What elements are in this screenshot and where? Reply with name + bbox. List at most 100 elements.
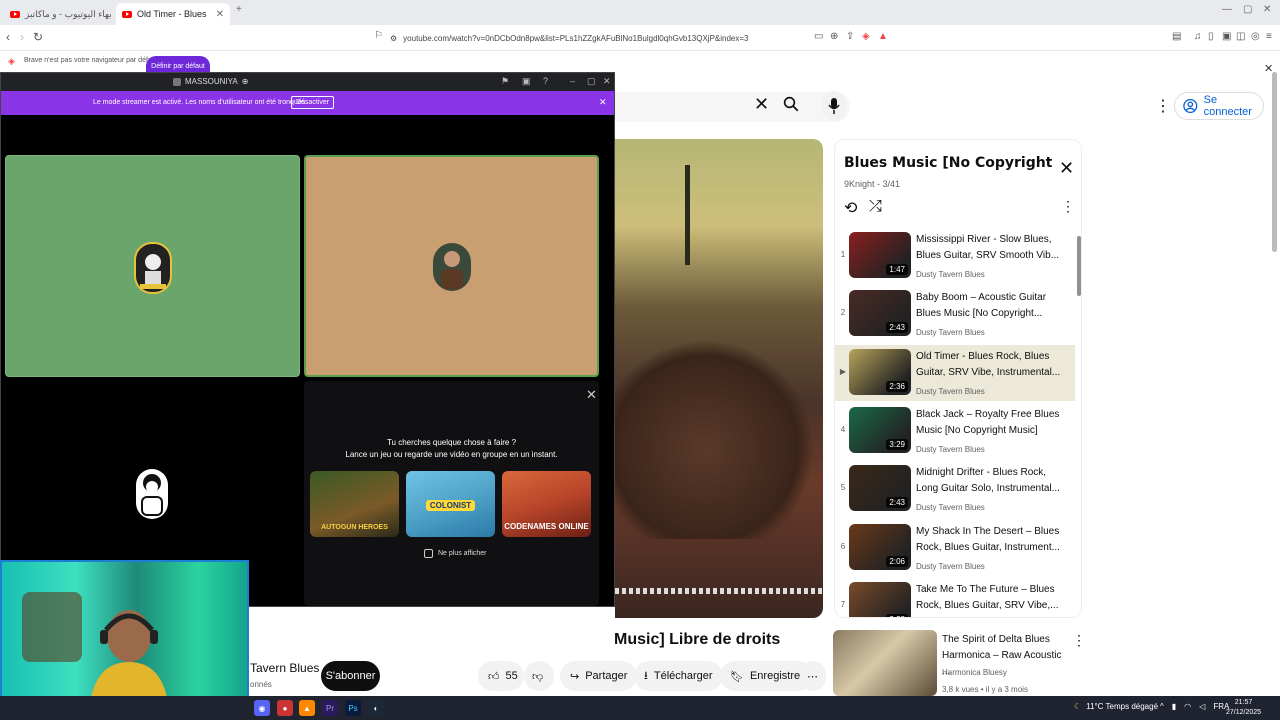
playlist-title[interactable]: Blues Music [No Copyright Music] Bl... [844, 155, 1054, 171]
download-button[interactable]: ⭳ Télécharger [634, 661, 723, 691]
checkbox-icon[interactable] [424, 549, 433, 558]
playlist-item-channel[interactable]: Dusty Tavern Blues [916, 270, 985, 279]
help-icon[interactable]: ? [543, 76, 548, 86]
playlist-item-channel[interactable]: Dusty Tavern Blues [916, 503, 985, 512]
dislike-button[interactable]: 👎︎ [524, 661, 554, 691]
maximize-icon[interactable]: ▢ [1243, 4, 1252, 15]
playlist-item-channel[interactable]: Dusty Tavern Blues [916, 387, 985, 396]
playlist-item-title[interactable]: Midnight Drifter - Blues Rock, Long Guit… [916, 465, 1066, 499]
zoom-icon[interactable]: ⊕ [830, 31, 838, 42]
clear-search-icon[interactable]: ✕ [754, 94, 769, 115]
discord-taskbar-icon[interactable]: ◉ [254, 700, 270, 716]
bookmark-icon[interactable]: ⚐ [374, 30, 383, 41]
playlist-item[interactable]: 6 2:06 My Shack In The Desert – Blues Rock… [835, 520, 1075, 576]
minimize-icon[interactable]: — [1222, 4, 1232, 15]
wallet-icon[interactable]: ◫ [1236, 31, 1245, 42]
microphone-icon[interactable]: ▮ [1172, 702, 1176, 711]
premiere-taskbar-icon[interactable]: Pr [322, 700, 338, 716]
recommended-thumbnail[interactable] [833, 630, 937, 696]
brave-rewards-icon[interactable]: ▲ [878, 31, 888, 42]
like-button[interactable]: 👍︎ 55 [478, 661, 524, 691]
sidebar-icon[interactable]: ▤ [1172, 31, 1181, 42]
dont-show-again-checkbox[interactable]: Ne plus afficher [424, 549, 487, 558]
clock[interactable]: 21:57 27/12/2025 [1226, 698, 1261, 718]
new-tab-icon[interactable]: + [236, 4, 242, 15]
browser-tab-active[interactable]: Old Timer - Blues Rock, Blues ✕ [116, 3, 230, 25]
discord-title-bar[interactable]: MASSOUNIYA ⊕ ⚑ ▣ ? – ▢ ✕ [1, 73, 614, 91]
sign-in-button[interactable]: Se connecter [1174, 92, 1264, 120]
recommended-channel[interactable]: Harmonica Bluesy [942, 668, 1007, 677]
photoshop-taskbar-icon[interactable]: Ps [345, 700, 361, 716]
steam-taskbar-icon[interactable]: ◐ [368, 700, 384, 716]
recommended-menu-icon[interactable]: ⋮ [1072, 632, 1086, 649]
url-field[interactable]: ⚙ youtube.com/watch?v=0nDCbOdn8pw&list=P… [390, 30, 870, 46]
recommended-video[interactable]: The Spirit of Delta Blues Harmonica – Ra… [833, 630, 1063, 696]
playlist-item-title[interactable]: Mississippi River - Slow Blues, Blues Gu… [916, 232, 1066, 266]
share-icon[interactable]: ⇪ [846, 31, 854, 42]
maximize-icon[interactable]: ▢ [587, 76, 596, 87]
playlist-item-title[interactable]: Old Timer - Blues Rock, Blues Guitar, SR… [916, 349, 1066, 383]
participant-tile[interactable] [5, 155, 300, 377]
media-icon[interactable]: ♫ [1194, 31, 1202, 42]
playlist-scrollbar[interactable] [1077, 236, 1081, 296]
game-colonist[interactable]: COLONIST [406, 471, 495, 537]
subscribe-button[interactable]: S'abonner [321, 661, 380, 691]
cast-icon[interactable]: ▭ [814, 31, 823, 42]
playlist-thumbnail[interactable]: 1:47 [849, 232, 911, 278]
playlist-item[interactable]: 4 3:29 Black Jack – Royalty Free Blues Mus… [835, 403, 1075, 459]
shuffle-icon[interactable]: ⤮ [869, 198, 882, 216]
vpn-icon[interactable]: ◎ [1251, 31, 1260, 42]
share-button[interactable]: ↪ Partager [560, 661, 638, 691]
playlist-item[interactable]: 1 1:47 Mississippi River - Slow Blues, Blu… [835, 228, 1075, 284]
chevron-up-icon[interactable]: ^ [1160, 702, 1164, 711]
playlist-item-channel[interactable]: Dusty Tavern Blues [916, 445, 985, 454]
playlist-item-title[interactable]: Baby Boom – Acoustic Guitar Blues Music … [916, 290, 1066, 324]
reading-list-icon[interactable]: ▯ [1208, 31, 1214, 42]
playlist-thumbnail[interactable]: 2:36 [849, 348, 911, 395]
page-scrollbar[interactable] [1272, 72, 1277, 252]
close-activity-icon[interactable]: ✕ [586, 387, 597, 403]
playlist-item[interactable]: 5 2:43 Midnight Drifter - Blues Rock, Long… [835, 461, 1075, 517]
vlc-taskbar-icon[interactable]: ▲ [299, 700, 315, 716]
close-playlist-icon[interactable]: ✕ [1059, 158, 1074, 179]
back-icon[interactable]: ‹ [6, 30, 10, 44]
voice-search-icon[interactable] [821, 91, 847, 121]
game-autogun-heroes[interactable]: AUTOGUN HEROES [310, 471, 399, 537]
forward-icon[interactable]: › [20, 30, 24, 44]
menu-icon[interactable]: ≡ [1266, 31, 1272, 42]
extensions-icon[interactable]: ▣ [1222, 31, 1231, 42]
reload-icon[interactable]: ↻ [33, 30, 43, 44]
search-icon[interactable] [782, 95, 800, 116]
brave-shield-icon[interactable]: ◈ [862, 31, 870, 42]
network-icon[interactable]: ◠ [1184, 702, 1191, 711]
game-codenames-online[interactable]: CODENAMES ONLINE [502, 471, 591, 537]
more-actions-button[interactable]: ⋯ [800, 661, 826, 691]
playlist-item[interactable]: 7 2:33 Take Me To The Future – Blues Rock,… [835, 578, 1075, 617]
disable-streamer-button[interactable]: Désactiver [291, 96, 335, 109]
playlist-item-title[interactable]: Take Me To The Future – Blues Rock, Blue… [916, 582, 1066, 616]
playlist-thumbnail[interactable]: 2:43 [849, 465, 911, 512]
playlist-menu-icon[interactable]: ⋮ [1061, 198, 1075, 215]
browser-tab[interactable]: فورت سكاتنز بهاء اليوتيوب - و ماكاتبز [4, 3, 114, 25]
playlist-thumbnail[interactable]: 3:29 [849, 406, 911, 453]
app-taskbar-icon[interactable]: ● [277, 700, 293, 716]
playlist-item-title[interactable]: My Shack In The Desert – Blues Rock, Blu… [916, 524, 1066, 558]
participant-tile[interactable] [304, 155, 599, 377]
inbox-icon[interactable]: ▣ [522, 76, 531, 87]
playlist-item[interactable]: 2 2:43 Baby Boom – Acoustic Guitar Blues M… [835, 286, 1075, 342]
search-input[interactable] [615, 92, 850, 122]
video-player[interactable] [615, 139, 823, 618]
playlist-thumbnail[interactable]: 2:06 [849, 523, 911, 570]
site-settings-icon[interactable]: ⚙ [390, 34, 397, 43]
close-banner-icon[interactable]: ✕ [599, 97, 607, 108]
minimize-icon[interactable]: – [570, 76, 575, 86]
close-icon[interactable]: ✕ [603, 76, 611, 87]
playlist-item-title[interactable]: Black Jack – Royalty Free Blues Music [N… [916, 407, 1066, 441]
pin-icon[interactable]: ⚑ [501, 76, 509, 87]
channel-name[interactable]: Tavern Blues [250, 661, 319, 675]
playlist-item-channel[interactable]: Dusty Tavern Blues [916, 328, 985, 337]
more-options-icon[interactable]: ⋮ [1155, 96, 1171, 116]
playlist-item[interactable]: ▶ 2:36 Old Timer - Blues Rock, Blues Guita… [835, 344, 1075, 401]
close-window-icon[interactable]: ✕ [1263, 4, 1271, 15]
weather-widget[interactable]: ☾ 11°C Temps dégagé [1074, 702, 1158, 711]
